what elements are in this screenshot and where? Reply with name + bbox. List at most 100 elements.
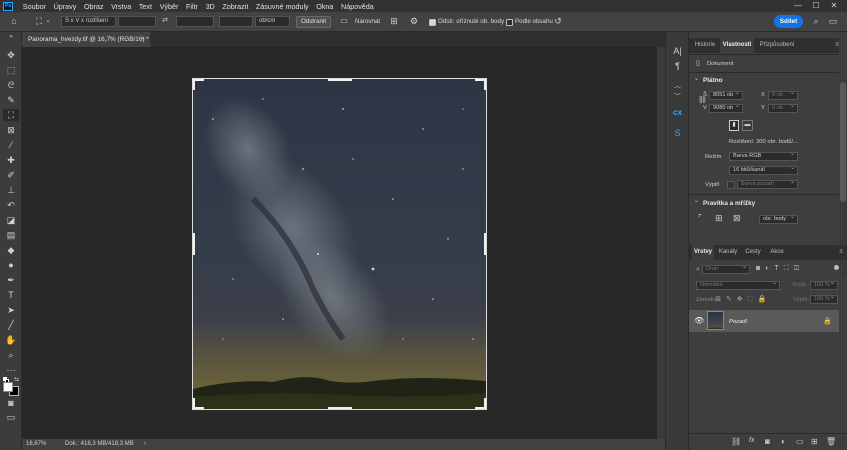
resolution-field[interactable] bbox=[219, 16, 253, 27]
canvas-height-field[interactable]: 9080 ob bbox=[709, 103, 743, 113]
trash-icon[interactable]: 🗑 bbox=[826, 437, 836, 446]
menu-item[interactable]: Zobrazit bbox=[219, 2, 253, 11]
chevron-down-icon[interactable]: ⌄ bbox=[45, 16, 51, 26]
tab-history[interactable]: Historie bbox=[692, 38, 718, 53]
opacity-field[interactable]: 100 % bbox=[810, 280, 838, 290]
layers-menu-icon[interactable]: ≡ bbox=[837, 245, 845, 260]
swap-icon[interactable]: ⇄ bbox=[160, 16, 170, 26]
minimize-button[interactable]: — bbox=[789, 0, 807, 12]
clear-button[interactable]: Odstranit bbox=[296, 16, 331, 28]
canvas-y-field[interactable]: 0 ob bbox=[768, 103, 798, 113]
menu-item[interactable]: Výběr bbox=[156, 2, 182, 11]
brush-tool-icon[interactable]: ✐ bbox=[3, 169, 19, 181]
eraser-tool-icon[interactable]: ◪ bbox=[3, 214, 19, 226]
menu-item[interactable]: Filtr bbox=[182, 2, 202, 11]
add-mask-icon[interactable]: ◙ bbox=[765, 437, 770, 446]
paragraph-panel-icon[interactable]: ¶ bbox=[670, 59, 685, 73]
menu-item[interactable]: Zásuvné moduly bbox=[252, 2, 312, 11]
portrait-orientation-icon[interactable]: ▮ bbox=[729, 120, 739, 131]
photoshop-logo[interactable]: Ps bbox=[3, 1, 13, 11]
menu-item[interactable]: Obraz bbox=[80, 2, 107, 11]
brush-settings-icon[interactable]: ⁐ bbox=[670, 85, 685, 99]
new-layer-icon[interactable]: ⊞ bbox=[811, 437, 818, 446]
vertical-scrollbar[interactable] bbox=[657, 47, 665, 439]
path-selection-icon[interactable]: ➤ bbox=[3, 304, 19, 316]
fill-color-swatch[interactable] bbox=[727, 181, 735, 189]
lock-icons[interactable]: ⊠✎✥⛶🔒 bbox=[715, 295, 771, 304]
gear-icon[interactable]: ⚙ bbox=[408, 16, 420, 26]
home-icon[interactable]: ⌂ bbox=[8, 16, 20, 26]
gradient-tool-icon[interactable]: ▤ bbox=[3, 229, 19, 241]
filter-toggle[interactable] bbox=[834, 265, 839, 270]
grid-overlay-icon[interactable]: ⊞ bbox=[388, 16, 400, 26]
quick-select-tool-icon[interactable]: ✎ bbox=[3, 94, 19, 106]
unit-select[interactable]: ob/cm bbox=[255, 16, 290, 27]
fill-opacity-field[interactable]: 100 % bbox=[810, 294, 838, 304]
guides-icon[interactable]: ⊠ bbox=[733, 213, 741, 224]
share-button[interactable]: Sdílet bbox=[774, 15, 803, 28]
fill-select[interactable]: Barva pozadí bbox=[737, 179, 798, 189]
move-tool-icon[interactable]: ✥ bbox=[3, 49, 19, 61]
quick-mask-icon[interactable]: ◙ bbox=[3, 397, 19, 409]
crop-handle-bottom[interactable] bbox=[328, 407, 352, 409]
healing-brush-icon[interactable]: ✚ bbox=[3, 154, 19, 166]
bit-depth-select[interactable]: 16 bitů/kanál bbox=[729, 165, 798, 175]
tab-channels[interactable]: Kanály bbox=[716, 245, 740, 260]
mode-select[interactable]: Barva RGB bbox=[729, 151, 798, 161]
link-icon[interactable]: ⛓ bbox=[698, 96, 707, 104]
screen-mode-icon[interactable]: ▭ bbox=[3, 411, 19, 423]
type-tool-icon[interactable]: T bbox=[3, 289, 19, 301]
workspace-icon[interactable]: ▭ bbox=[827, 16, 839, 26]
blend-mode-select[interactable]: Normální bbox=[696, 280, 780, 290]
dodge-tool-icon[interactable]: ● bbox=[3, 259, 19, 271]
properties-scroll-thumb[interactable] bbox=[840, 82, 846, 202]
crop-tool-preset-icon[interactable]: ⛶ bbox=[33, 16, 45, 26]
menu-item[interactable]: Okna bbox=[312, 2, 337, 11]
foreground-color-swatch[interactable] bbox=[3, 382, 13, 392]
menu-item[interactable]: 3D bbox=[202, 2, 219, 11]
new-group-icon[interactable]: ▭ bbox=[796, 437, 804, 446]
canvas-x-field[interactable]: 0 ob bbox=[768, 90, 798, 100]
width-field[interactable] bbox=[118, 16, 156, 27]
chevron-down-icon[interactable]: ⌄ bbox=[694, 197, 699, 204]
tab-adjustments[interactable]: Přizpůsobení bbox=[756, 38, 798, 53]
maximize-button[interactable]: ☐ bbox=[807, 0, 825, 12]
close-window-button[interactable]: ✕ bbox=[825, 0, 843, 12]
blur-tool-icon[interactable]: ◆ bbox=[3, 244, 19, 256]
grid-icon[interactable]: ⊞ bbox=[715, 213, 723, 224]
adjustment-layer-icon[interactable]: ◐ bbox=[781, 437, 786, 446]
reset-icon[interactable]: ↺ bbox=[552, 16, 564, 26]
clone-stamp-icon[interactable]: ⊥ bbox=[3, 184, 19, 196]
panel-menu-icon[interactable]: ≡ bbox=[833, 38, 841, 53]
layer-name[interactable]: Pozadí bbox=[729, 318, 747, 326]
content-aware-checkbox[interactable] bbox=[506, 19, 513, 26]
document-tab[interactable]: Panorama_hvezdy.tif @ 16,7% (RGB/16) * × bbox=[22, 32, 150, 47]
content-credentials-icon[interactable]: cx bbox=[670, 106, 685, 120]
height-field[interactable] bbox=[176, 16, 214, 27]
lasso-tool-icon[interactable]: ᘓ bbox=[3, 79, 19, 91]
fx-icon[interactable]: fx bbox=[749, 437, 754, 444]
close-tab-icon[interactable]: × bbox=[141, 32, 145, 47]
menu-item[interactable]: Text bbox=[135, 2, 156, 11]
document-image[interactable] bbox=[192, 78, 487, 410]
pen-tool-icon[interactable]: ✒ bbox=[3, 274, 19, 286]
crop-tool-icon[interactable]: ⛶ bbox=[3, 109, 19, 121]
swap-colors-icon[interactable]: ⇆ bbox=[14, 376, 19, 383]
canvas-width-field[interactable]: 8051 ob bbox=[709, 90, 743, 100]
tab-actions[interactable]: Akce bbox=[766, 245, 788, 260]
crop-handle-top[interactable] bbox=[328, 79, 352, 81]
menu-item[interactable]: Úpravy bbox=[50, 2, 80, 11]
menu-item[interactable]: Soubor bbox=[19, 2, 50, 11]
tab-properties[interactable]: Vlastnosti bbox=[720, 38, 754, 53]
status-menu-arrow[interactable]: › bbox=[144, 439, 146, 450]
ruler-icon[interactable]: ⌜ bbox=[698, 213, 702, 224]
tab-layers[interactable]: Vrstvy bbox=[692, 245, 714, 260]
tab-paths[interactable]: Cesty bbox=[742, 245, 764, 260]
chevron-down-icon[interactable]: ⌄ bbox=[694, 75, 699, 82]
layer-kind-filter[interactable]: Druh bbox=[702, 264, 750, 274]
marquee-tool-icon[interactable]: ⬚ bbox=[3, 64, 19, 76]
frame-tool-icon[interactable]: ⊠ bbox=[3, 124, 19, 136]
landscape-orientation-icon[interactable]: ▬ bbox=[742, 120, 753, 131]
more-tools-icon[interactable]: ⋯ bbox=[3, 364, 19, 376]
visibility-eye-icon[interactable]: 👁 bbox=[694, 316, 704, 325]
